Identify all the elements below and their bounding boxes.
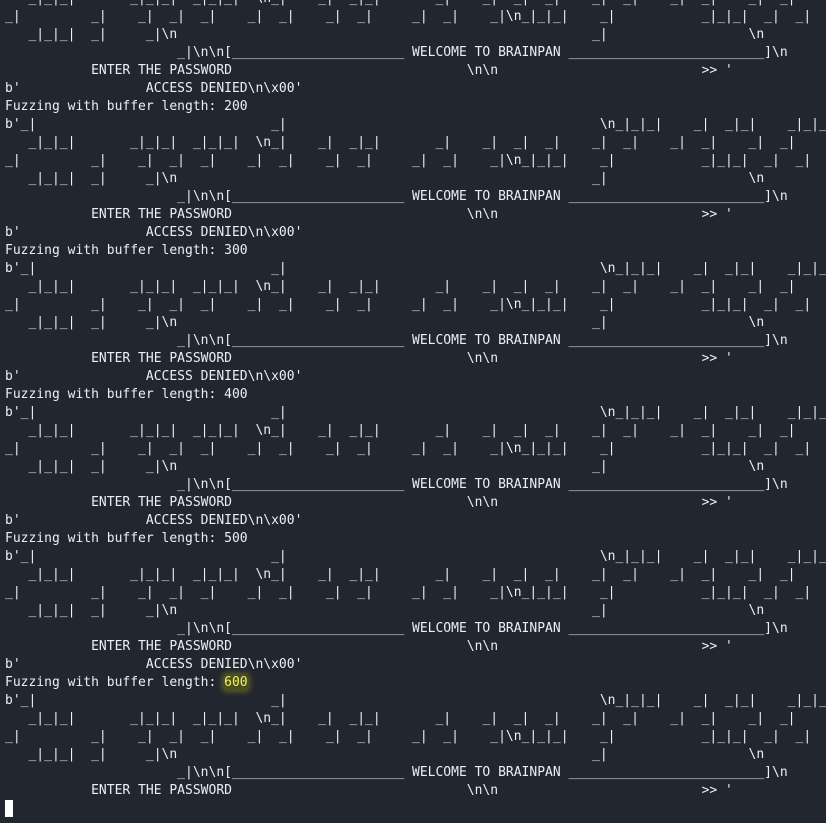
terminal-line: _| _| _| _| _| _| _| _| _| _| _| _|\n_|_… (5, 153, 812, 168)
terminal-line: _|\n\n[______________________ WELCOME TO… (5, 477, 788, 492)
terminal-line: ENTER THE PASSWORD \n\n >> ' (5, 63, 733, 78)
highlighted-buffer-length: 600 (224, 675, 248, 690)
terminal-line: _|_|_| _| _|\n _| \n (5, 747, 765, 762)
terminal-line: b'_| _| \n_|_|_| _| _|_| _|_|_ (5, 117, 826, 132)
terminal-line: _|\n\n[______________________ WELCOME TO… (5, 765, 788, 780)
terminal-line: _|_|_| _| _|\n _| \n (5, 27, 765, 42)
terminal-line: _|_|_| _|_|_| _|_|_| \n_| _| _|_| _| _| … (5, 711, 796, 726)
terminal-output[interactable]: _|_|_| _|_|_| _|_|_| \n_| _| _|_| _| _| … (0, 0, 826, 823)
terminal-line: _|\n\n[______________________ WELCOME TO… (5, 333, 788, 348)
terminal-line: _| _| _| _| _| _| _| _| _| _| _| _|\n_|_… (5, 297, 812, 312)
terminal-line: _|\n\n[______________________ WELCOME TO… (5, 45, 788, 60)
terminal-line: ENTER THE PASSWORD \n\n >> ' (5, 495, 733, 510)
terminal-line: _| _| _| _| _| _| _| _| _| _| _| _|\n_|_… (5, 729, 812, 744)
terminal-line: _| _| _| _| _| _| _| _| _| _| _| _|\n_|_… (5, 441, 812, 456)
terminal-line: Fuzzing with buffer length: 300 (5, 243, 248, 258)
terminal-line: b'_| _| \n_|_|_| _| _|_| _|_|_ (5, 693, 826, 708)
terminal-line: b' ACCESS DENIED\n\x00' (5, 513, 303, 528)
terminal-line: b' ACCESS DENIED\n\x00' (5, 81, 303, 96)
terminal-line: b'_| _| \n_|_|_| _| _|_| _|_|_ (5, 549, 826, 564)
terminal-line: b'_| _| \n_|_|_| _| _|_| _|_|_ (5, 261, 826, 276)
terminal-line: _|_|_| _|_|_| _|_|_| \n_| _| _|_| _| _| … (5, 423, 796, 438)
terminal-line: _|_|_| _| _|\n _| \n (5, 603, 765, 618)
terminal-line: ENTER THE PASSWORD \n\n >> ' (5, 639, 733, 654)
terminal-line-highlighted: Fuzzing with buffer length: 600 (0, 674, 826, 692)
terminal-line: b' ACCESS DENIED\n\x00' (5, 369, 303, 384)
terminal-line: ENTER THE PASSWORD \n\n >> ' (5, 783, 733, 798)
terminal-line: b' ACCESS DENIED\n\x00' (5, 225, 303, 240)
terminal-line: _|_|_| _|_|_| _|_|_| \n_| _| _|_| _| _| … (5, 135, 796, 150)
terminal-prompt-line[interactable] (0, 800, 826, 818)
terminal-line: _|_|_| _|_|_| _|_|_| \n_| _| _|_| _| _| … (0, 0, 826, 8)
terminal-line: b'_| _| \n_|_|_| _| _|_| _|_|_ (5, 405, 826, 420)
terminal-line: Fuzzing with buffer length: 400 (5, 387, 248, 402)
terminal-line: Fuzzing with buffer length: 200 (5, 99, 248, 114)
terminal-line: _|_|_| _| _|\n _| \n (5, 171, 765, 186)
text-cursor (5, 800, 13, 817)
fuzz-label: Fuzzing with buffer length: (5, 675, 225, 690)
terminal-line: _|_|_| _| _|\n _| \n (5, 315, 765, 330)
terminal-line: b' ACCESS DENIED\n\x00' (5, 657, 303, 672)
terminal-line: ENTER THE PASSWORD \n\n >> ' (5, 351, 733, 366)
terminal-line: _|_|_| _|_|_| _|_|_| \n_| _| _|_| _| _| … (5, 567, 796, 582)
terminal-line: _|_|_| _| _|\n _| \n (5, 459, 765, 474)
terminal-line: _| _| _| _| _| _| _| _| _| _| _| _|\n_|_… (5, 9, 812, 24)
terminal-line: _|\n\n[______________________ WELCOME TO… (5, 621, 788, 636)
terminal-line: _| _| _| _| _| _| _| _| _| _| _| _|\n_|_… (5, 585, 812, 600)
terminal-line: _|_|_| _|_|_| _|_|_| \n_| _| _|_| _| _| … (5, 279, 796, 294)
terminal-line: ENTER THE PASSWORD \n\n >> ' (5, 207, 733, 222)
terminal-line: Fuzzing with buffer length: 500 (5, 531, 248, 546)
terminal-line: _|\n\n[______________________ WELCOME TO… (5, 189, 788, 204)
